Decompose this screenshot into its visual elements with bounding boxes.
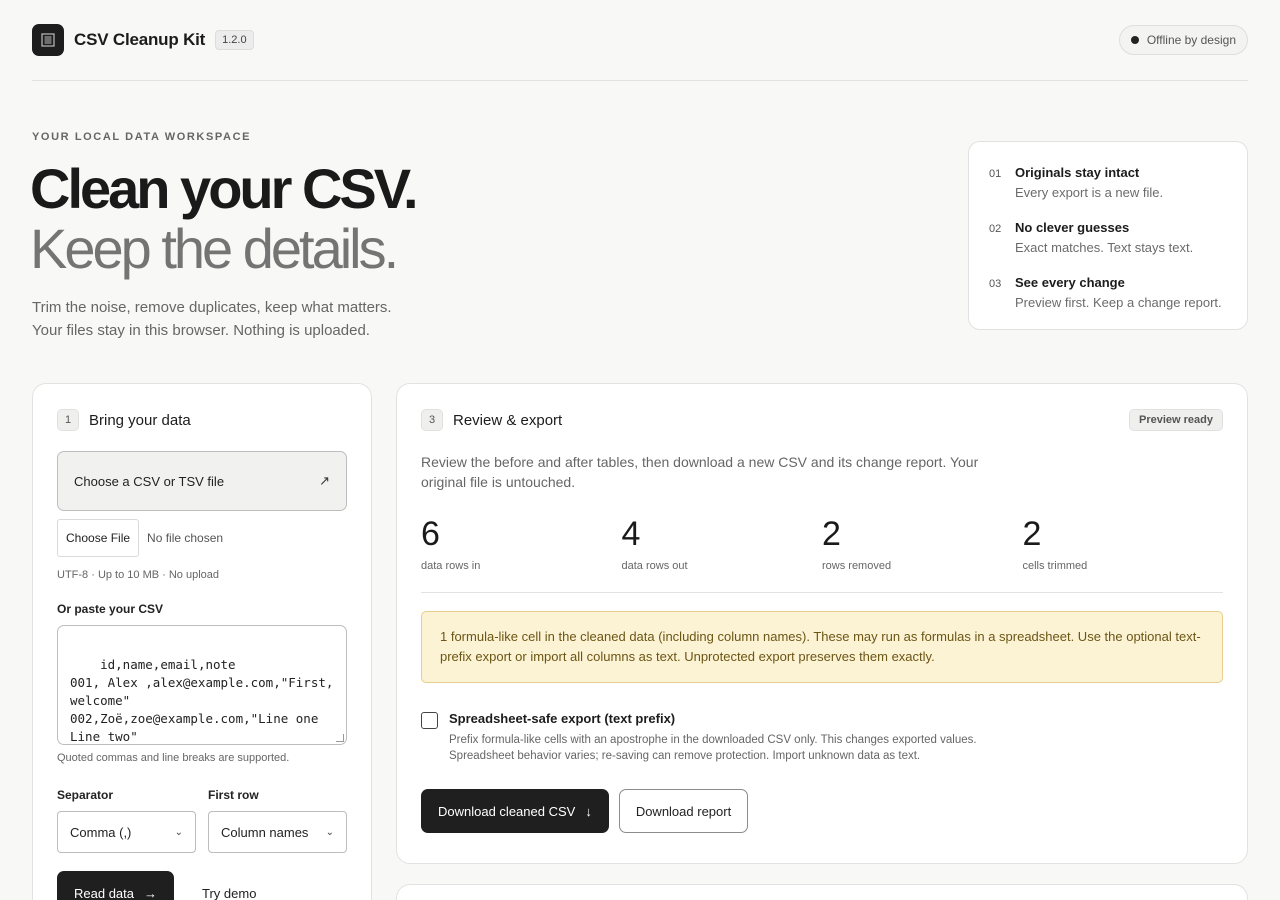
step-title: Bring your data (89, 411, 191, 429)
principle-description: Preview first. Keep a change report. (1015, 295, 1222, 310)
offline-label: Offline by design (1146, 33, 1236, 47)
principle-description: Every export is a new file. (1015, 185, 1164, 200)
bring-data-panel: 1 Bring your data Choose a CSV or TSV fi… (32, 383, 372, 900)
stat-cells-trimmed: 2 cells trimmed (1023, 514, 1224, 572)
file-status: No file chosen (147, 531, 224, 545)
spreadsheet-safe-description-line: Prefix formula-like cells with an apostr… (449, 734, 977, 746)
hero-eyebrow: YOUR LOCAL DATA WORKSPACE (32, 131, 252, 143)
hero-headline-muted: Keep the details. (30, 217, 399, 280)
hero-headline: Clean your CSV. (30, 157, 419, 220)
paste-hint: Quoted commas and line breaks are suppor… (57, 752, 290, 764)
step-title: Review & export (453, 411, 563, 429)
stats-divider (421, 592, 1223, 593)
hero-subtitle: Trim the noise, remove duplicates, keep … (32, 296, 392, 342)
stat-rows-out: 4 data rows out (622, 514, 823, 572)
principle-number: 02 (989, 223, 1002, 235)
stat-label: data rows in (421, 560, 481, 572)
principle-title: Originals stay intact (1015, 165, 1140, 180)
header-divider (32, 80, 1248, 81)
stat-value: 6 (421, 515, 440, 553)
review-export-panel: 3 Review & export Preview ready Review t… (396, 383, 1248, 864)
principle-title: See every change (1015, 275, 1125, 290)
principle-item: 03 See every change Preview first. Keep … (989, 274, 1227, 312)
separator-label: Separator (57, 788, 114, 802)
spreadsheet-safe-description: Prefix formula-like cells with an apostr… (449, 732, 977, 764)
principle-description: Exact matches. Text stays text. (1015, 240, 1194, 255)
principle-item: 01 Originals stay intact Every export is… (989, 164, 1227, 202)
separator-select[interactable]: Comma (,) ⌄ (57, 811, 196, 853)
arrow-down-icon: ↓ (585, 803, 592, 819)
choose-file-label: Choose a CSV or TSV file (74, 473, 225, 489)
download-report-button[interactable]: Download report (618, 789, 749, 833)
offline-status-badge: Offline by design (1118, 25, 1248, 55)
choose-file-button[interactable]: Choose File (57, 519, 140, 557)
choose-file-dropzone[interactable]: Choose a CSV or TSV file ↗ (57, 451, 347, 511)
paste-csv-textarea[interactable]: id,name,email,note 001, Alex ,alex@examp… (57, 625, 347, 745)
step-number-badge: 1 (57, 409, 79, 431)
review-description: Review the before and after tables, then… (421, 454, 979, 490)
resize-handle-icon[interactable] (336, 734, 344, 742)
first-row-label: First row (208, 788, 259, 802)
arrow-up-right-icon: ↗ (319, 473, 330, 488)
read-data-button[interactable]: Read data → (57, 871, 174, 900)
stat-label: cells trimmed (1022, 560, 1088, 572)
hero-subtitle-line: Your files stay in this browser. Nothing… (32, 322, 370, 339)
paste-label: Or paste your CSV (57, 602, 164, 616)
arrow-right-icon: → (144, 885, 157, 900)
step-number-badge: 3 (421, 409, 443, 431)
first-row-select[interactable]: Column names ⌄ (208, 811, 347, 853)
stat-value: 2 (822, 515, 841, 553)
principle-number: 01 (989, 168, 1002, 180)
paste-csv-value: id,name,email,note 001, Alex ,alex@examp… (70, 657, 334, 744)
app-logo-icon (32, 24, 64, 56)
spreadsheet-safe-checkbox[interactable] (421, 712, 438, 729)
separator-value: Comma (,) (70, 824, 132, 840)
next-panel (396, 884, 1248, 900)
chevron-down-icon: ⌄ (174, 826, 183, 838)
first-row-value: Column names (221, 824, 309, 840)
stat-label: data rows out (621, 560, 688, 572)
stats-row: 6 data rows in 4 data rows out 2 rows re… (421, 514, 1223, 572)
status-dot-icon (1130, 36, 1139, 44)
app-header: CSV Cleanup Kit 1.2.0 Offline by design (32, 24, 1248, 56)
download-csv-button[interactable]: Download cleaned CSV ↓ (421, 789, 609, 833)
principles-card: 01 Originals stay intact Every export is… (968, 141, 1248, 330)
stat-rows-in: 6 data rows in (421, 514, 622, 572)
download-csv-label: Download cleaned CSV (438, 803, 576, 819)
stat-rows-removed: 2 rows removed (822, 514, 1023, 572)
version-badge: 1.2.0 (215, 30, 254, 50)
stat-value: 4 (621, 515, 641, 553)
formula-warning-alert: 1 formula-like cell in the cleaned data … (421, 611, 1223, 683)
chevron-down-icon: ⌄ (325, 826, 334, 838)
hero-subtitle-line: Trim the noise, remove duplicates, keep … (32, 299, 392, 316)
stat-value: 2 (1022, 515, 1042, 553)
app-title: CSV Cleanup Kit (74, 30, 206, 49)
stat-label: rows removed (822, 560, 892, 572)
spreadsheet-safe-description-line: Spreadsheet behavior varies; re-saving c… (449, 750, 921, 762)
read-data-label: Read data (74, 885, 134, 900)
spreadsheet-safe-title: Spreadsheet-safe export (text prefix) (449, 711, 676, 726)
status-badge: Preview ready (1129, 409, 1223, 431)
file-hint: UTF-8 · Up to 10 MB · No upload (57, 569, 220, 581)
try-demo-link[interactable]: Try demo (202, 886, 256, 900)
principle-item: 02 No clever guesses Exact matches. Text… (989, 219, 1227, 257)
principle-title: No clever guesses (1015, 220, 1130, 235)
principle-number: 03 (989, 278, 1002, 290)
